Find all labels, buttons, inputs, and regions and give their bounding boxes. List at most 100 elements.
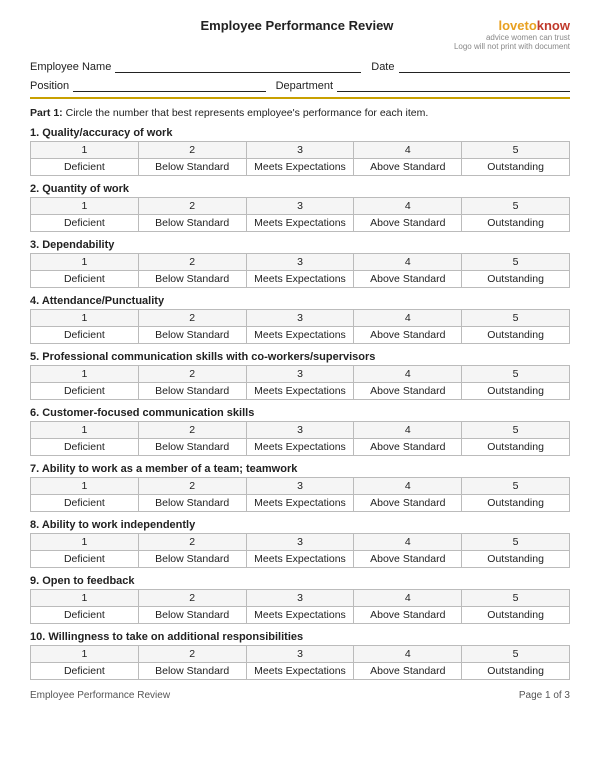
section-6: 6. Customer-focused communication skills… [30,407,570,456]
part1-instruction: Part 1: Circle the number that best repr… [30,107,570,119]
rating-header-1: 1 [31,254,139,271]
rating-label-5[interactable]: Outstanding [462,551,570,568]
section-8: 8. Ability to work independently12345Def… [30,519,570,568]
sections-container: 1. Quality/accuracy of work12345Deficien… [30,127,570,680]
rating-table-4: 12345DeficientBelow StandardMeets Expect… [30,309,570,344]
section-title-10: 10. Willingness to take on additional re… [30,631,570,643]
rating-table-7: 12345DeficientBelow StandardMeets Expect… [30,477,570,512]
rating-header-2: 2 [138,422,246,439]
rating-label-3[interactable]: Meets Expectations [246,383,354,400]
rating-header-1: 1 [31,534,139,551]
rating-header-4: 4 [354,478,462,495]
rating-header-2: 2 [138,366,246,383]
rating-label-2[interactable]: Below Standard [138,663,246,680]
rating-table-5: 12345DeficientBelow StandardMeets Expect… [30,365,570,400]
section-5: 5. Professional communication skills wit… [30,351,570,400]
rating-header-5: 5 [462,254,570,271]
rating-label-1[interactable]: Deficient [31,271,139,288]
rating-header-5: 5 [462,646,570,663]
date-label: Date [371,61,394,73]
section-10: 10. Willingness to take on additional re… [30,631,570,680]
rating-label-5[interactable]: Outstanding [462,663,570,680]
rating-header-5: 5 [462,198,570,215]
rating-label-4[interactable]: Above Standard [354,215,462,232]
rating-header-1: 1 [31,366,139,383]
section-title-5: 5. Professional communication skills wit… [30,351,570,363]
rating-label-3[interactable]: Meets Expectations [246,607,354,624]
footer-right: Page 1 of 3 [519,690,570,701]
rating-label-4[interactable]: Above Standard [354,159,462,176]
part1-label: Part 1: [30,107,63,119]
date-field: Date [371,59,570,73]
rating-label-5[interactable]: Outstanding [462,271,570,288]
rating-header-3: 3 [246,254,354,271]
section-title-1: 1. Quality/accuracy of work [30,127,570,139]
section-4: 4. Attendance/Punctuality12345DeficientB… [30,295,570,344]
rating-table-1: 12345DeficientBelow StandardMeets Expect… [30,141,570,176]
position-label: Position [30,80,69,92]
rating-header-1: 1 [31,590,139,607]
logo-area: lovetoknow advice women can trust Logo w… [454,18,570,51]
rating-label-5[interactable]: Outstanding [462,439,570,456]
rating-header-3: 3 [246,534,354,551]
rating-label-5[interactable]: Outstanding [462,159,570,176]
rating-header-2: 2 [138,534,246,551]
rating-label-4[interactable]: Above Standard [354,607,462,624]
rating-label-1[interactable]: Deficient [31,439,139,456]
rating-header-4: 4 [354,534,462,551]
rating-label-1[interactable]: Deficient [31,215,139,232]
rating-label-3[interactable]: Meets Expectations [246,215,354,232]
rating-header-5: 5 [462,534,570,551]
section-title-4: 4. Attendance/Punctuality [30,295,570,307]
rating-label-3[interactable]: Meets Expectations [246,271,354,288]
rating-label-2[interactable]: Below Standard [138,159,246,176]
rating-label-1[interactable]: Deficient [31,495,139,512]
rating-label-5[interactable]: Outstanding [462,215,570,232]
rating-label-3[interactable]: Meets Expectations [246,551,354,568]
rating-header-5: 5 [462,310,570,327]
rating-label-5[interactable]: Outstanding [462,495,570,512]
section-7: 7. Ability to work as a member of a team… [30,463,570,512]
rating-label-2[interactable]: Below Standard [138,327,246,344]
rating-label-5[interactable]: Outstanding [462,383,570,400]
rating-label-3[interactable]: Meets Expectations [246,159,354,176]
form-row-1: Employee Name Date [30,59,570,73]
department-label: Department [276,80,333,92]
rating-label-2[interactable]: Below Standard [138,607,246,624]
rating-label-1[interactable]: Deficient [31,383,139,400]
rating-label-3[interactable]: Meets Expectations [246,439,354,456]
rating-label-1[interactable]: Deficient [31,663,139,680]
rating-label-2[interactable]: Below Standard [138,271,246,288]
rating-label-1[interactable]: Deficient [31,159,139,176]
rating-label-2[interactable]: Below Standard [138,551,246,568]
rating-label-5[interactable]: Outstanding [462,607,570,624]
rating-label-2[interactable]: Below Standard [138,495,246,512]
rating-label-2[interactable]: Below Standard [138,439,246,456]
employee-name-line[interactable] [115,59,361,73]
rating-label-4[interactable]: Above Standard [354,495,462,512]
position-line[interactable] [73,78,265,92]
rating-label-5[interactable]: Outstanding [462,327,570,344]
rating-label-1[interactable]: Deficient [31,551,139,568]
rating-label-1[interactable]: Deficient [31,607,139,624]
section-2: 2. Quantity of work12345DeficientBelow S… [30,183,570,232]
rating-label-2[interactable]: Below Standard [138,215,246,232]
date-line[interactable] [399,59,571,73]
section-9: 9. Open to feedback12345DeficientBelow S… [30,575,570,624]
rating-header-2: 2 [138,254,246,271]
rating-label-4[interactable]: Above Standard [354,551,462,568]
rating-label-2[interactable]: Below Standard [138,383,246,400]
rating-header-1: 1 [31,310,139,327]
rating-label-3[interactable]: Meets Expectations [246,495,354,512]
rating-label-4[interactable]: Above Standard [354,271,462,288]
rating-label-3[interactable]: Meets Expectations [246,663,354,680]
department-line[interactable] [337,78,570,92]
rating-label-4[interactable]: Above Standard [354,327,462,344]
rating-header-1: 1 [31,198,139,215]
rating-label-1[interactable]: Deficient [31,327,139,344]
rating-label-3[interactable]: Meets Expectations [246,327,354,344]
rating-header-3: 3 [246,366,354,383]
rating-label-4[interactable]: Above Standard [354,439,462,456]
rating-label-4[interactable]: Above Standard [354,383,462,400]
rating-label-4[interactable]: Above Standard [354,663,462,680]
